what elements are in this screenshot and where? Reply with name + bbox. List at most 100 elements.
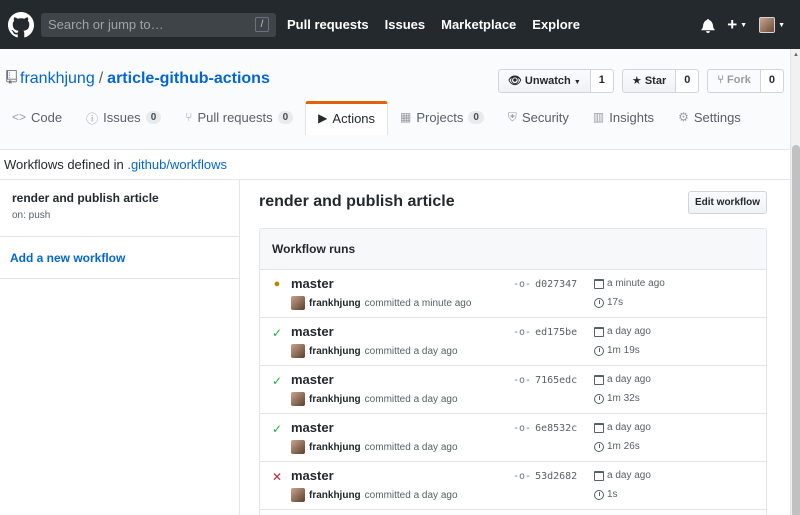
table-row[interactable]: ● master frankhjung committed a minute ag…	[260, 270, 766, 318]
commit-sha: ed175be	[535, 327, 578, 338]
tab-counter: 0	[145, 111, 162, 124]
tab-insights[interactable]: ▥ Insights	[581, 101, 666, 134]
star-button[interactable]: ★ Star	[621, 69, 677, 93]
nav-issues[interactable]: Issues	[385, 17, 425, 32]
run-duration: 17s	[594, 297, 623, 308]
tab-settings[interactable]: ⚙ Settings	[666, 101, 753, 134]
repo-title: frankhjung / article-github-actions	[6, 70, 270, 88]
plus-icon: +	[727, 15, 738, 34]
add-workflow-link[interactable]: Add a new workflow	[0, 237, 239, 279]
tab-actions[interactable]: ▶ Actions	[305, 101, 389, 135]
watch-count[interactable]: 1	[590, 69, 614, 93]
run-sha[interactable]: -o- 53d2682	[513, 471, 577, 482]
sidebar-workflow-item[interactable]: render and publish article on: push	[0, 180, 239, 237]
commit-author[interactable]: frankhjung	[309, 442, 361, 453]
run-sha[interactable]: -o-d027347	[513, 279, 577, 290]
run-commit-meta: frankhjung committed a minute ago	[291, 296, 471, 310]
table-row[interactable]: ✓ master frankhjung committed a day ago -…	[260, 318, 766, 366]
tab-counter: 0	[468, 111, 484, 124]
star-icon: ★	[631, 75, 642, 87]
calendar-icon	[594, 374, 604, 385]
run-commit-meta: frankhjung committed a day ago	[291, 488, 458, 502]
run-branch[interactable]: master	[291, 324, 334, 339]
nav-explore[interactable]: Explore	[532, 17, 580, 32]
star-count[interactable]: 0	[676, 69, 700, 93]
tab-pull-requests[interactable]: ⑂ Pull requests 0	[173, 101, 305, 134]
tab-projects[interactable]: ▦ Projects 0	[388, 101, 496, 134]
commit-icon: -o-	[513, 327, 532, 338]
play-icon: ▶	[318, 111, 328, 125]
workflows-folder-link[interactable]: .github/workflows	[127, 157, 227, 172]
repo-icon	[6, 70, 17, 84]
clock-icon	[594, 345, 604, 356]
run-duration-value: 17s	[607, 297, 624, 308]
repo-owner-link[interactable]: frankhjung	[20, 70, 95, 87]
eye-icon: 👁	[507, 75, 522, 87]
global-header: Search or jump to… / Pull requests Issue…	[0, 0, 800, 49]
page-scrollbar[interactable]: ▲	[790, 49, 800, 515]
run-branch[interactable]: master	[291, 372, 334, 387]
table-row[interactable]: ✓ master frankhjung committed a day ago -…	[260, 366, 766, 414]
fork-count[interactable]: 0	[760, 69, 784, 93]
repo-name-link[interactable]: article-github-actions	[107, 70, 270, 87]
commit-author[interactable]: frankhjung	[309, 490, 361, 501]
commit-icon: -o-	[513, 279, 532, 290]
tab-code[interactable]: <> Code	[0, 101, 74, 134]
unwatch-button[interactable]: 👁 Unwatch ▼	[497, 69, 591, 93]
global-nav: Pull requests Issues Marketplace Explore	[287, 17, 596, 32]
run-when: a day ago	[607, 422, 651, 433]
run-sha[interactable]: -o-ed175be	[513, 327, 577, 338]
table-row[interactable]: ✓ master frankhjung committed a day ago -…	[260, 414, 766, 462]
repo-tabs: <> Code ⓘ Issues 0 ⑂ Pull requests 0 ▶ Actions…	[0, 101, 753, 150]
scroll-up-arrow-icon[interactable]: ▲	[793, 52, 799, 58]
clock-icon	[594, 489, 604, 500]
header-actions: + ▼ ▼	[701, 15, 785, 35]
run-duration: 1m 19s	[594, 345, 640, 356]
project-icon: ▦	[400, 110, 412, 124]
tab-issues[interactable]: ⓘ Issues 0	[74, 101, 173, 134]
graph-icon: ▥	[592, 110, 605, 124]
workflow-name: render and publish article	[12, 191, 159, 205]
run-when: a day ago	[607, 374, 651, 385]
avatar	[291, 440, 305, 454]
run-date: a minute ago	[594, 278, 665, 289]
run-sha[interactable]: -o- 7165edc	[513, 375, 577, 386]
run-date: a day ago	[594, 374, 651, 385]
user-menu[interactable]: ▼	[759, 17, 785, 33]
bell-icon[interactable]	[701, 18, 715, 33]
edit-workflow-button[interactable]: Edit workflow	[688, 191, 767, 214]
commit-sha: 7165edc	[535, 375, 578, 386]
search-input[interactable]: Search or jump to… /	[41, 13, 276, 37]
nav-pull-requests[interactable]: Pull requests	[287, 17, 369, 32]
repo-header: frankhjung / article-github-actions 👁 Unwa…	[0, 49, 790, 150]
create-new-dropdown[interactable]: + ▼	[727, 15, 747, 35]
run-branch[interactable]: master	[291, 276, 334, 291]
fork-icon: ⑂	[717, 74, 724, 86]
tab-counter: 0	[277, 111, 294, 124]
commit-author[interactable]: frankhjung	[309, 394, 361, 405]
run-sha[interactable]: -o- 6e8532c	[513, 423, 577, 434]
run-branch[interactable]: master	[291, 420, 334, 435]
subheader-text: Workflows defined in	[4, 157, 128, 172]
tab-label: Code	[31, 110, 63, 125]
commit-author[interactable]: frankhjung	[309, 346, 361, 357]
octocat-logo-icon[interactable]	[8, 12, 34, 38]
scrollbar-thumb[interactable]	[792, 145, 800, 515]
commit-author[interactable]: frankhjung	[309, 298, 361, 309]
commit-time: committed a day ago	[364, 345, 458, 357]
table-row[interactable]: ✕ master frankhjung committed a day ago -…	[260, 462, 766, 510]
run-duration-value: 1m 19s	[607, 345, 640, 356]
fork-button[interactable]: ⑂ Fork	[707, 69, 761, 93]
run-commit-meta: frankhjung committed a day ago	[291, 344, 458, 358]
tab-security[interactable]: ⛨ Security	[496, 101, 581, 134]
commit-icon: -o-	[513, 423, 532, 434]
nav-marketplace[interactable]: Marketplace	[441, 17, 516, 32]
in-progress-dot-icon: ●	[273, 278, 281, 290]
chevron-down-icon: ▼	[778, 21, 785, 29]
run-duration-value: 1m 32s	[607, 393, 640, 404]
run-branch[interactable]: master	[291, 468, 334, 483]
workflow-trigger: on: push	[12, 210, 51, 221]
calendar-icon	[594, 326, 604, 337]
tab-label: Issues	[103, 110, 141, 125]
star-label: Star	[644, 75, 667, 87]
